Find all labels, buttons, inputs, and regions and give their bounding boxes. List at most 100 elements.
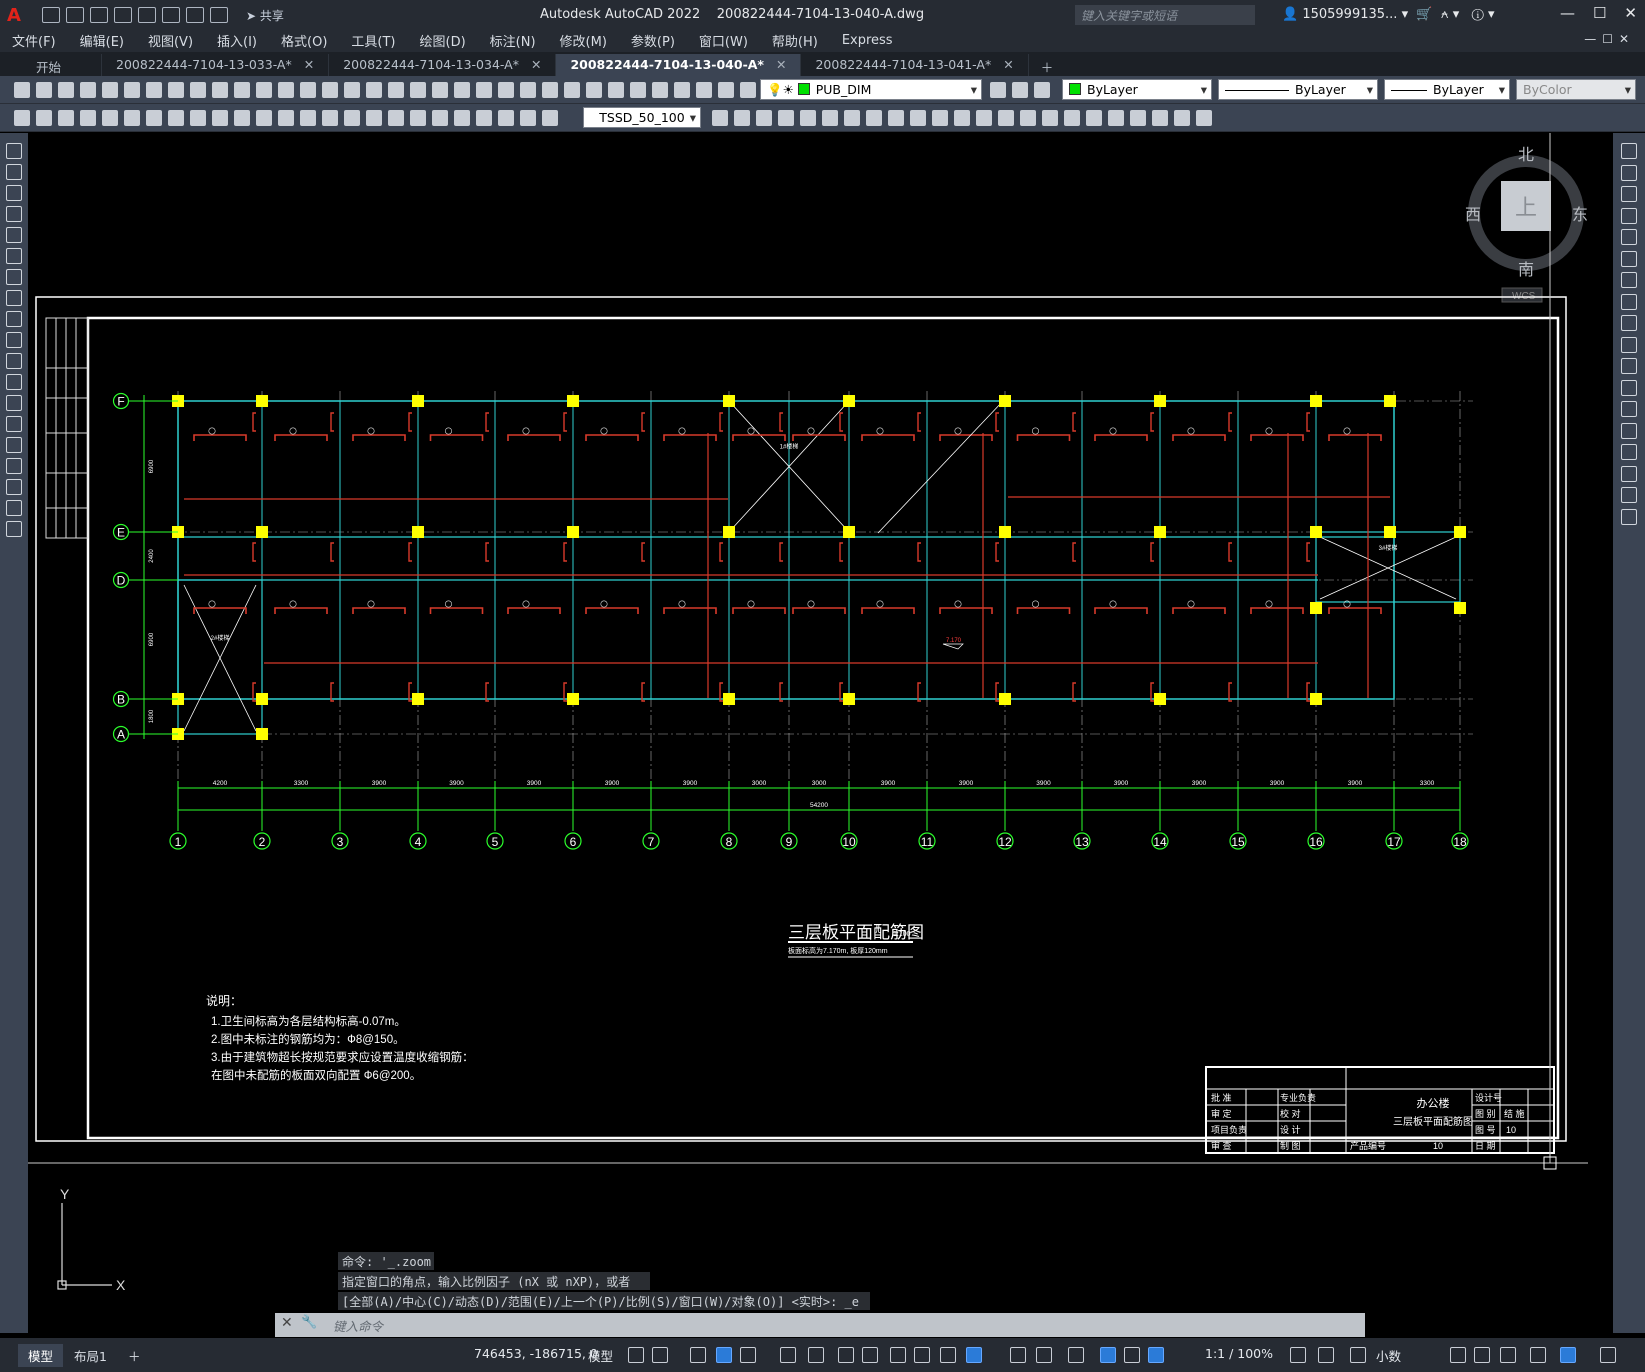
column[interactable] [256,693,268,705]
column[interactable] [723,693,735,705]
compass-west[interactable]: 西 [1465,207,1481,224]
gizmo-toggle-icon[interactable] [1068,1347,1084,1363]
make-block-tool-icon[interactable] [6,374,22,390]
infer-toggle-icon[interactable] [690,1347,706,1363]
menu-help[interactable]: 帮助(H) [760,31,830,50]
aligned-dim-icon[interactable] [58,110,74,126]
tab-start[interactable]: 开始 [0,54,103,76]
open-icon[interactable] [66,7,84,23]
column[interactable] [567,395,579,407]
calculator-icon[interactable] [366,82,382,98]
jogged-dim-icon[interactable] [1130,110,1146,126]
center-mark-icon[interactable] [756,110,772,126]
jogged-dim-icon[interactable] [800,110,816,126]
3d-osnap-toggle-icon[interactable] [966,1347,982,1363]
tolerance-icon[interactable] [256,110,272,126]
zoom-window-icon[interactable] [652,82,668,98]
add-layout-button[interactable]: ＋ [118,1344,151,1367]
inspect-icon[interactable] [778,110,794,126]
column[interactable] [1454,602,1466,614]
new-icon[interactable] [42,7,60,23]
command-line[interactable]: ✕ 🔧 键入命令 [275,1313,1365,1337]
transparency-toggle-icon[interactable] [914,1347,930,1363]
linear-dim-icon[interactable] [1174,110,1190,126]
dimension-icon[interactable] [1152,110,1168,126]
lineweight-dropdown[interactable]: ByLayer [1384,79,1510,100]
inspect-icon[interactable] [300,110,316,126]
radius-dim-icon[interactable] [124,110,140,126]
save-icon[interactable] [90,7,108,23]
diameter-dim-icon[interactable] [476,110,492,126]
quick-dim-icon[interactable] [520,110,536,126]
sheet-set-icon[interactable] [740,82,756,98]
blend-tool-icon[interactable] [1621,487,1637,503]
design-center-icon[interactable] [696,82,712,98]
close-tab-icon[interactable]: ✕ [531,57,541,72]
center-mark-icon[interactable] [278,110,294,126]
menu-window[interactable]: 窗口(W) [687,31,760,50]
dimension-icon[interactable] [344,110,360,126]
design-center-icon[interactable] [278,82,294,98]
column[interactable] [567,526,579,538]
sheet-set-icon[interactable] [322,82,338,98]
osnap-toggle-icon[interactable] [862,1347,878,1363]
close-icon[interactable]: ✕ [1624,4,1637,22]
publish-icon[interactable] [138,7,156,23]
compass-south[interactable]: 南 [1518,261,1534,279]
lock-ui-toggle-icon[interactable] [1474,1347,1490,1363]
aligned-dim-icon[interactable] [866,110,882,126]
pan-icon[interactable] [190,82,206,98]
object-snap-tracking-toggle-icon[interactable] [838,1347,854,1363]
undo-icon[interactable] [186,7,204,23]
undo-icon[interactable] [146,82,162,98]
table-tool-icon[interactable] [6,479,22,495]
zoom-icon[interactable] [212,82,228,98]
quick-dim-icon[interactable] [998,110,1014,126]
publish-icon[interactable] [542,82,558,98]
explode-tool-icon[interactable] [1621,508,1637,525]
model-space-toggle[interactable]: 模型 [588,1346,613,1365]
minimize-icon[interactable]: — [1560,4,1575,22]
center-mark-icon[interactable] [1086,110,1102,126]
close-tab-icon[interactable]: ✕ [304,57,314,72]
tool-palettes-icon[interactable] [300,82,316,98]
redo-icon[interactable] [210,7,228,23]
tab-document-active[interactable]: 200822444-7104-13-040-A* ✕ [556,54,802,76]
coordinates-readout[interactable]: 746453, -186715, 0 [474,1346,598,1361]
graphics-performance-toggle-icon[interactable] [1530,1347,1546,1363]
column[interactable] [999,693,1011,705]
column[interactable] [1454,526,1466,538]
column[interactable] [843,395,855,407]
tab-model-layout[interactable]: 模型 [18,1344,64,1367]
baseline-dim-icon[interactable] [542,110,558,126]
polar-toggle-icon[interactable] [780,1347,796,1363]
column[interactable] [999,526,1011,538]
dimension-icon[interactable] [822,110,838,126]
aligned-dim-icon[interactable] [388,110,404,126]
color-dropdown[interactable]: ByLayer [1062,79,1212,100]
diameter-dim-icon[interactable] [146,110,162,126]
angular-dim-icon[interactable] [976,110,992,126]
linetype-dropdown[interactable]: ByLayer [1218,79,1378,100]
close-command-icon[interactable]: ✕ [281,1315,293,1331]
ellipse-arc-tool-icon[interactable] [6,332,22,348]
plot-icon[interactable] [162,7,180,23]
autocad-logo-icon[interactable]: A [0,0,28,30]
mirror-tool-icon[interactable] [1621,186,1637,202]
calculator-icon[interactable] [1012,82,1028,98]
tolerance-icon[interactable] [1064,110,1080,126]
column[interactable] [843,693,855,705]
linear-dim-icon[interactable] [366,110,382,126]
annotation-scale-toggle-icon[interactable] [1148,1347,1164,1363]
tool-palettes-icon[interactable] [718,82,734,98]
revcloud-tool-icon[interactable] [6,269,22,285]
ordinate-dim-icon[interactable] [432,110,448,126]
column[interactable] [412,395,424,407]
menu-tools[interactable]: 工具(T) [339,31,407,50]
plotstyle-dropdown[interactable]: ByColor [1516,79,1636,100]
help-icon[interactable] [1034,82,1050,98]
tab-document[interactable]: 200822444-7104-13-033-A* ✕ [102,54,330,76]
pan-icon[interactable] [608,82,624,98]
join-tool-icon[interactable] [1621,422,1637,439]
column[interactable] [1310,395,1322,407]
